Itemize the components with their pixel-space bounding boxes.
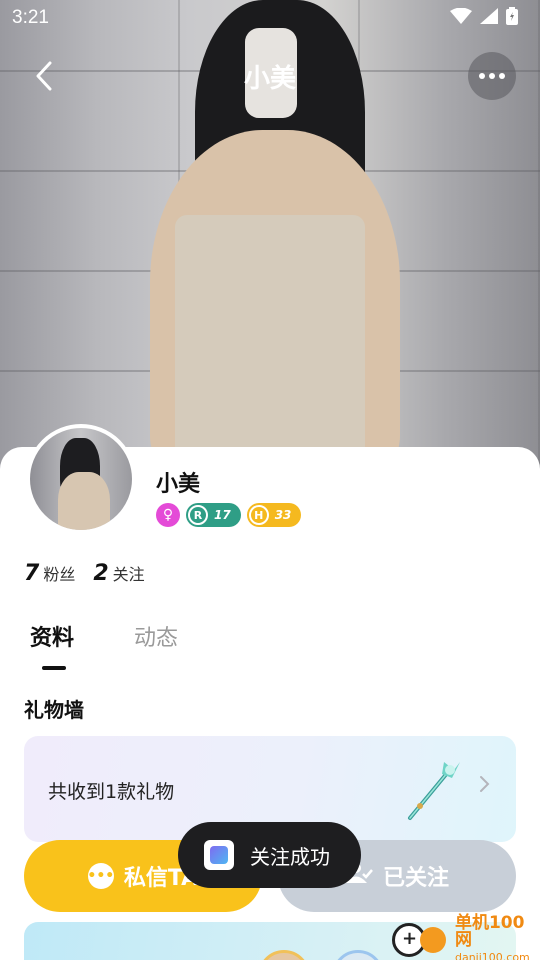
female-gender-icon: ♀	[156, 503, 180, 527]
scepter-gift-icon	[404, 758, 464, 822]
more-dots-icon	[479, 73, 485, 79]
tab-moments[interactable]: 动态	[134, 620, 178, 652]
signal-icon	[480, 8, 498, 28]
toast-message: 关注成功	[178, 822, 361, 888]
username: 小美	[156, 472, 201, 497]
charm-level-icon: H	[248, 505, 269, 525]
fans-count: 7	[24, 561, 40, 586]
top-nav: 小美	[0, 50, 540, 106]
watermark-title: 单机100网	[454, 913, 525, 950]
fans-label: 粉丝	[43, 565, 76, 584]
app-logo-icon	[204, 840, 234, 870]
profile-tabs: 资料 动态	[30, 620, 178, 652]
charm-level-badge: H 33	[246, 503, 302, 527]
site-watermark: + 单机100网 danji100.com	[392, 915, 540, 960]
watermark-text: 单机100网 danji100.com	[455, 915, 540, 960]
avatar-body	[58, 472, 110, 530]
charm-level-value: 33	[274, 508, 292, 522]
wealth-level-value: 17	[214, 508, 231, 522]
following-stat[interactable]: 2 关注	[93, 561, 144, 586]
status-time: 3:21	[12, 7, 49, 28]
battery-icon	[506, 7, 518, 29]
more-button[interactable]	[468, 52, 516, 100]
gift-summary: 共收到1款礼物	[48, 781, 175, 803]
following-label: 关注	[112, 565, 145, 584]
status-icons	[450, 7, 518, 29]
wifi-icon	[450, 7, 472, 28]
cover-figure-dress	[175, 215, 365, 470]
active-tab-indicator	[42, 666, 66, 670]
chevron-right-icon	[478, 774, 490, 799]
wealth-level-badge: R 17	[186, 503, 241, 527]
chat-bubble-icon: •••	[87, 863, 114, 889]
tab-profile-info[interactable]: 资料	[30, 620, 74, 652]
list-avatar	[258, 950, 310, 960]
gift-wall-title: 礼物墙	[24, 698, 84, 722]
watermark-logo-icon: +	[392, 919, 451, 959]
nav-title: 小美	[243, 64, 296, 94]
following-count: 2	[93, 561, 109, 586]
list-avatar	[332, 950, 384, 960]
wealth-level-icon: R	[188, 505, 208, 525]
more-dots-icon	[499, 73, 505, 79]
watermark-url: danji100.com	[454, 951, 530, 960]
followed-button-label: 已关注	[382, 866, 449, 891]
toast-text: 关注成功	[250, 844, 330, 869]
more-dots-icon	[489, 73, 495, 79]
avatar[interactable]	[26, 424, 136, 534]
stats-row: 7 粉丝 2 关注	[24, 561, 145, 586]
fans-stat[interactable]: 7 粉丝	[24, 561, 75, 586]
status-bar: 3:21	[0, 0, 540, 36]
badge-row: ♀ R 17 H 33	[156, 503, 302, 527]
